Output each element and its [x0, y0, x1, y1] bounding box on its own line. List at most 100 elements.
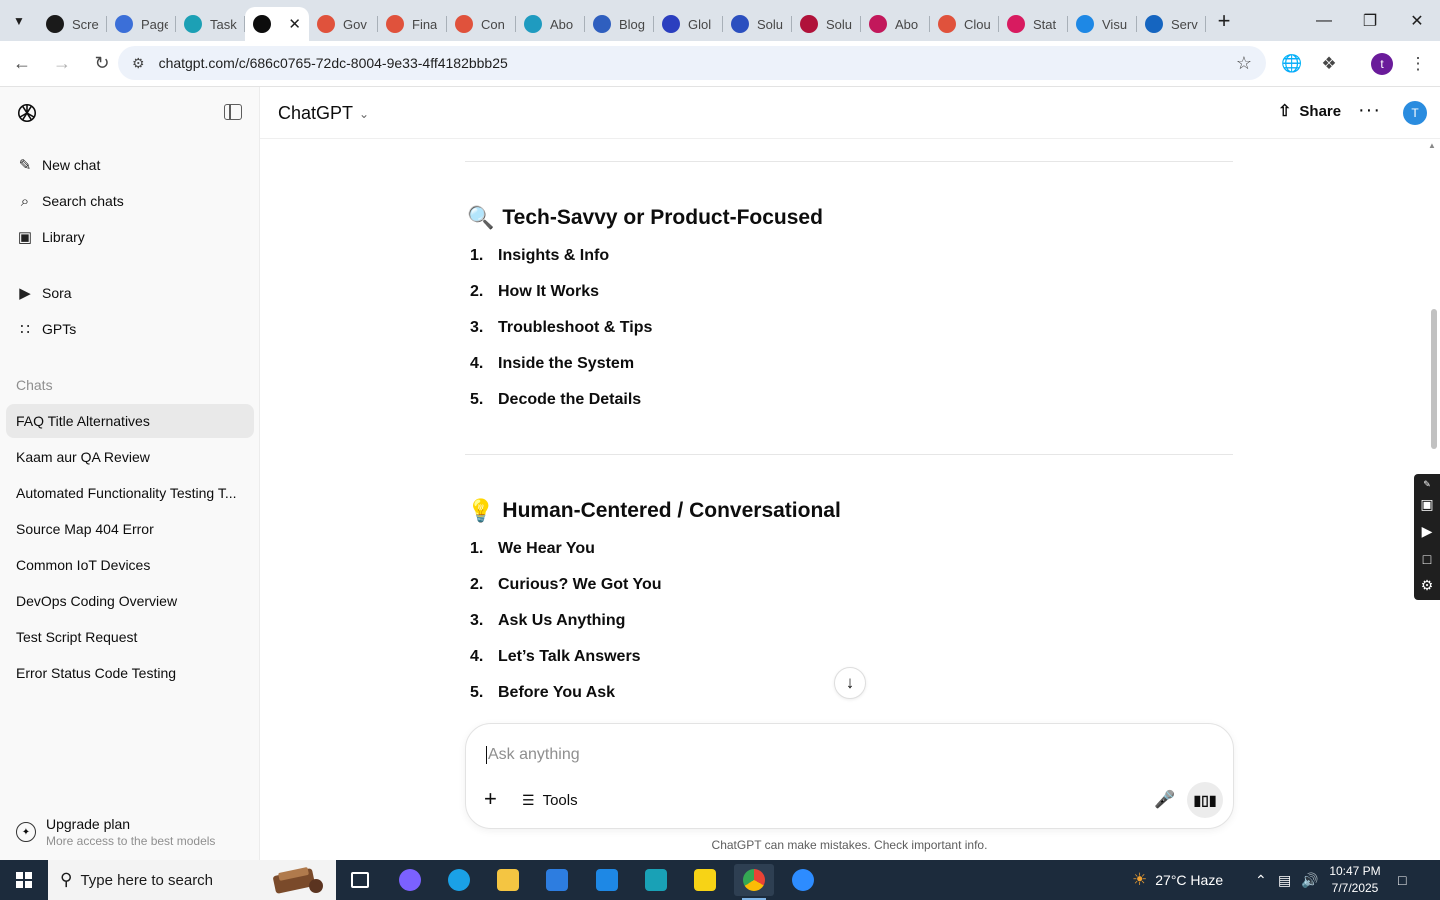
taskbar-app-teal-icon[interactable] — [636, 864, 676, 896]
sidebar-item-sora[interactable]: ▶ Sora — [6, 276, 254, 310]
pencil-icon[interactable]: ✎ — [1423, 477, 1431, 491]
chat-history-item[interactable]: FAQ Title Alternatives — [6, 404, 254, 438]
forward-icon[interactable]: → — [44, 46, 80, 82]
share-icon: ⇧ — [1278, 103, 1292, 120]
sidebar-item-new-chat[interactable]: ✎ New chat — [6, 148, 254, 182]
share-label: Share — [1299, 102, 1342, 120]
browser-tab[interactable]: Gov — [309, 7, 378, 41]
tab-label: Abo — [895, 16, 919, 32]
upgrade-icon: ✦ — [16, 822, 36, 842]
address-bar[interactable]: ⚙ chatgpt.com/c/686c0765-72dc-8004-9e33-… — [118, 46, 1266, 80]
model-selector[interactable]: ChatGPT ⌄ — [278, 103, 369, 124]
taskbar-zoom-icon[interactable] — [783, 864, 823, 896]
voice-mode-button[interactable]: ▮▯▮ — [1187, 782, 1223, 818]
scroll-thumb[interactable] — [1431, 309, 1437, 449]
window-icon[interactable]: □ — [1423, 545, 1431, 572]
extensions-icon[interactable]: ❖ — [1311, 41, 1347, 87]
bookmark-star-icon[interactable]: ☆ — [1236, 53, 1252, 74]
taskbar-store-icon[interactable] — [537, 864, 577, 896]
browser-tab[interactable]: Glol — [654, 7, 723, 41]
tools-button[interactable]: ☰ Tools — [522, 792, 578, 809]
taskbar-edge-icon[interactable] — [439, 864, 479, 896]
tab-label: Solu — [757, 16, 784, 32]
chat-history-item[interactable]: DevOps Coding Overview — [6, 584, 254, 618]
list-item: 1. Insights & Info — [470, 247, 609, 265]
video-icon[interactable]: ▶ — [1422, 518, 1433, 545]
share-button[interactable]: ⇧ Share — [1278, 101, 1341, 121]
chat-history-item[interactable]: Source Map 404 Error — [6, 512, 254, 546]
reload-icon[interactable]: ↻ — [84, 46, 120, 82]
browser-tab[interactable]: Clou — [930, 7, 999, 41]
sidebar-item-gpts[interactable]: ∷ GPTs — [6, 312, 254, 346]
browser-tab[interactable]: ✕ — [245, 7, 309, 41]
translate-icon[interactable]: 🌐 — [1274, 41, 1310, 87]
taskbar-sticky-notes-icon[interactable] — [685, 864, 725, 896]
sidebar-item-library[interactable]: ▣ Library — [6, 220, 254, 254]
minimize-button[interactable]: — — [1301, 0, 1347, 41]
taskbar-chrome-icon[interactable] — [734, 864, 774, 900]
taskbar-search[interactable]: ⚲ Type here to search — [48, 860, 336, 900]
user-avatar[interactable]: T — [1403, 101, 1427, 125]
browser-tab[interactable]: Stat — [999, 7, 1068, 41]
network-icon[interactable]: ▤ — [1278, 860, 1291, 900]
volume-icon[interactable]: 🔊 — [1301, 860, 1318, 900]
browser-menu-icon[interactable]: ⋮ — [1400, 41, 1436, 87]
scroll-to-bottom-button[interactable]: ↓ — [834, 667, 866, 699]
taskbar-task-view-icon[interactable] — [340, 864, 380, 896]
close-tab-icon[interactable]: ✕ — [288, 15, 301, 33]
list-item: 4. Inside the System — [470, 355, 634, 373]
toggle-sidebar-icon[interactable] — [224, 104, 242, 120]
new-tab-button[interactable]: + — [1206, 0, 1242, 41]
list-number: 3. — [470, 319, 484, 336]
profile-button[interactable]: t — [1364, 41, 1400, 87]
close-window-button[interactable]: ✕ — [1394, 0, 1440, 41]
browser-tab[interactable]: Solu — [792, 7, 861, 41]
maximize-button[interactable]: ❐ — [1347, 0, 1393, 41]
openai-logo-icon[interactable] — [16, 102, 38, 124]
browser-tab[interactable]: Visu — [1068, 7, 1137, 41]
taskbar-file-explorer-icon[interactable] — [488, 864, 528, 896]
taskbar-copilot-icon[interactable] — [390, 864, 430, 896]
tab-favicon-icon — [800, 15, 818, 33]
microphone-icon[interactable]: 🎤 — [1154, 790, 1175, 810]
chat-history-item[interactable]: Test Script Request — [6, 620, 254, 654]
browser-tab[interactable]: Task — [176, 7, 245, 41]
browser-tab[interactable]: Serv — [1137, 7, 1206, 41]
show-hidden-icons[interactable]: ⌃ — [1255, 860, 1267, 900]
browser-tab[interactable]: Scre — [38, 7, 107, 41]
chat-history-item[interactable]: Kaam aur QA Review — [6, 440, 254, 474]
site-info-icon[interactable]: ⚙ — [132, 55, 145, 72]
browser-tab[interactable]: Abo — [861, 7, 930, 41]
tab-search-chevron-icon[interactable]: ▼ — [0, 0, 38, 41]
notifications-icon[interactable]: □ — [1398, 860, 1406, 900]
browser-tab[interactable]: Fina — [378, 7, 447, 41]
start-button[interactable] — [0, 860, 48, 900]
play-icon: ▶ — [19, 285, 31, 302]
browser-tab[interactable]: Blog — [585, 7, 654, 41]
clock-time: 10:47 PM — [1329, 864, 1381, 878]
chat-history-item[interactable]: Common IoT Devices — [6, 548, 254, 582]
windows-logo-icon — [16, 872, 32, 888]
more-options-icon[interactable]: ··· — [1358, 99, 1381, 122]
add-attachment-button[interactable]: + — [484, 786, 497, 812]
search-highlight-image — [273, 867, 323, 894]
clock[interactable]: 10:47 PM 7/7/2025 — [1320, 863, 1390, 897]
browser-tab[interactable]: Solu — [723, 7, 792, 41]
url-text: chatgpt.com/c/686c0765-72dc-8004-9e33-4f… — [158, 55, 508, 71]
camera-icon[interactable]: ▣ — [1420, 491, 1433, 518]
list-item-text: Ask Us Anything — [498, 612, 626, 629]
browser-tab[interactable]: Con — [447, 7, 516, 41]
chat-history-item[interactable]: Automated Functionality Testing T... — [6, 476, 254, 510]
weather-widget[interactable]: ☀ 27°C Haze — [1132, 860, 1223, 900]
browser-tab[interactable]: Page — [107, 7, 176, 41]
back-icon[interactable]: ← — [4, 46, 40, 82]
browser-tab[interactable]: Abo — [516, 7, 585, 41]
upgrade-plan-button[interactable]: ✦ Upgrade plan More access to the best m… — [0, 804, 259, 860]
sidebar-item-search-chats[interactable]: ⌕ Search chats — [6, 184, 254, 218]
settings-gear-icon[interactable]: ⚙ — [1421, 572, 1434, 599]
list-item: 4. Let’s Talk Answers — [470, 648, 641, 666]
prompt-input[interactable]: Ask anything — [486, 746, 580, 764]
scroll-up-arrow-icon[interactable]: ▲ — [1428, 141, 1436, 150]
taskbar-mail-icon[interactable] — [587, 864, 627, 896]
chat-history-item[interactable]: Error Status Code Testing — [6, 656, 254, 690]
